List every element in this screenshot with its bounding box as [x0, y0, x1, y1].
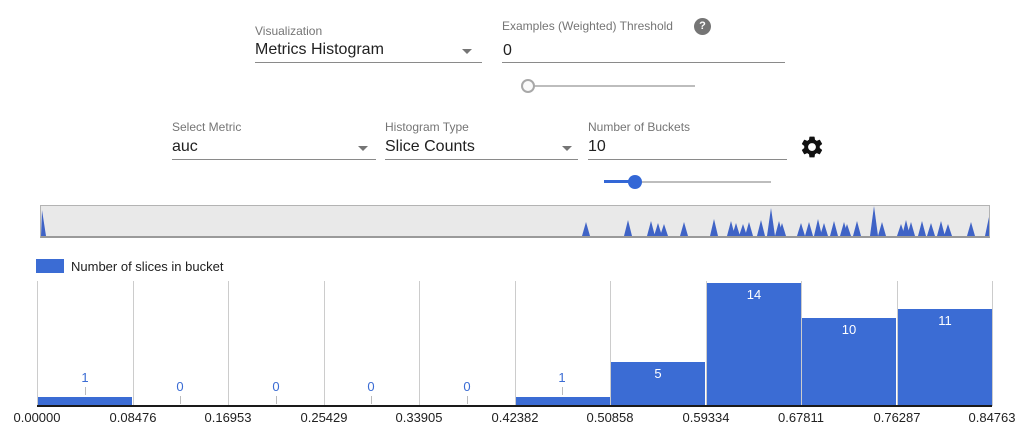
- bar-value-label: 11: [897, 313, 993, 328]
- legend-label: Number of slices in bucket: [71, 259, 223, 274]
- overview-spike: [805, 222, 813, 236]
- overview-spike: [41, 210, 46, 236]
- bar-label-stem: [85, 387, 86, 395]
- bar-value-label: 0: [356, 379, 386, 394]
- metrics-overview-strip[interactable]: [40, 205, 990, 238]
- metric-label: Select Metric: [172, 120, 241, 134]
- overview-spike: [745, 222, 753, 236]
- histogram-type-label: Histogram Type: [385, 120, 469, 134]
- chevron-down-icon[interactable]: [462, 49, 472, 54]
- chevron-down-icon[interactable]: [562, 146, 572, 151]
- overview-spike: [710, 219, 718, 236]
- threshold-label: Examples (Weighted) Threshold: [502, 19, 673, 33]
- overview-spike: [985, 217, 989, 236]
- chart-gridline: [515, 281, 516, 406]
- overview-spike: [582, 222, 590, 236]
- overview-spike: [878, 222, 886, 236]
- threshold-input[interactable]: 0: [503, 42, 512, 60]
- overview-spike: [944, 224, 952, 236]
- bar-value-label: 1: [547, 370, 577, 385]
- chevron-down-icon[interactable]: [358, 146, 368, 151]
- overview-spike: [680, 222, 688, 236]
- overview-spike: [797, 223, 805, 236]
- bar-label-stem: [276, 396, 277, 404]
- overview-spike: [660, 224, 668, 236]
- bar-label-stem: [371, 396, 372, 404]
- threshold-underline: [502, 62, 785, 63]
- chart-gridline: [37, 281, 38, 406]
- x-axis-tick-label: 0.67811: [761, 410, 841, 425]
- histogram-type-value[interactable]: Slice Counts: [385, 138, 475, 156]
- overview-spike: [853, 221, 861, 236]
- x-axis-tick-label: 0.76287: [857, 410, 937, 425]
- chart-gridline: [992, 281, 993, 406]
- threshold-slider-thumb[interactable]: [521, 79, 535, 93]
- overview-spike: [927, 223, 935, 236]
- help-icon[interactable]: ?: [694, 18, 711, 35]
- bar-value-label: 10: [801, 322, 897, 337]
- overview-spike: [967, 222, 975, 236]
- overview-spike: [820, 223, 828, 236]
- bar-value-label: 14: [706, 287, 802, 302]
- legend-swatch: [36, 259, 64, 273]
- visualization-value[interactable]: Metrics Histogram: [255, 41, 384, 59]
- num-buckets-label: Number of Buckets: [588, 120, 690, 134]
- x-axis-tick-label: 0.00000: [0, 410, 77, 425]
- overview-spike: [830, 221, 838, 236]
- bar-label-stem: [467, 396, 468, 404]
- chart-gridline: [228, 281, 229, 406]
- settings-gear-icon[interactable]: [799, 134, 825, 160]
- overview-spike: [757, 220, 765, 236]
- x-axis-tick-label: 0.33905: [379, 410, 459, 425]
- bar-label-stem: [180, 396, 181, 404]
- bar-label-stem: [562, 387, 563, 395]
- threshold-slider-track[interactable]: [525, 85, 695, 87]
- histogram-type-underline: [385, 159, 578, 160]
- chart-gridline: [133, 281, 134, 406]
- metric-underline: [172, 159, 376, 160]
- bar-value-label: 0: [261, 379, 291, 394]
- visualization-underline: [255, 62, 482, 63]
- num-buckets-underline: [588, 159, 787, 160]
- metrics-histogram-panel: Visualization Metrics Histogram Examples…: [0, 0, 1024, 432]
- visualization-label: Visualization: [255, 24, 322, 38]
- x-axis-tick-label: 0.08476: [93, 410, 173, 425]
- num-buckets-input[interactable]: 10: [588, 138, 606, 156]
- x-axis-tick-label: 0.16953: [188, 410, 268, 425]
- bar-value-label: 5: [610, 366, 706, 381]
- x-axis-tick-label: 0.59334: [666, 410, 746, 425]
- bar-value-label: 0: [165, 379, 195, 394]
- x-axis-tick-label: 0.42382: [475, 410, 555, 425]
- x-axis-tick-label: 0.25429: [284, 410, 364, 425]
- overview-spike: [624, 220, 632, 236]
- metric-value[interactable]: auc: [172, 138, 198, 156]
- chart-gridline: [324, 281, 325, 406]
- x-axis-tick-label: 0.84763: [952, 410, 1024, 425]
- chart-gridline: [419, 281, 420, 406]
- bar-value-label: 0: [452, 379, 482, 394]
- overview-spike: [937, 221, 945, 236]
- x-axis-baseline: [37, 405, 992, 407]
- overview-spike: [767, 208, 775, 236]
- overview-spike: [918, 221, 926, 236]
- x-axis-tick-label: 0.50858: [570, 410, 650, 425]
- overview-spike: [870, 206, 878, 236]
- overview-spikes: [41, 206, 989, 236]
- bar-value-label: 1: [70, 370, 100, 385]
- num-buckets-slider-thumb[interactable]: [628, 175, 642, 189]
- overview-spike: [647, 221, 655, 236]
